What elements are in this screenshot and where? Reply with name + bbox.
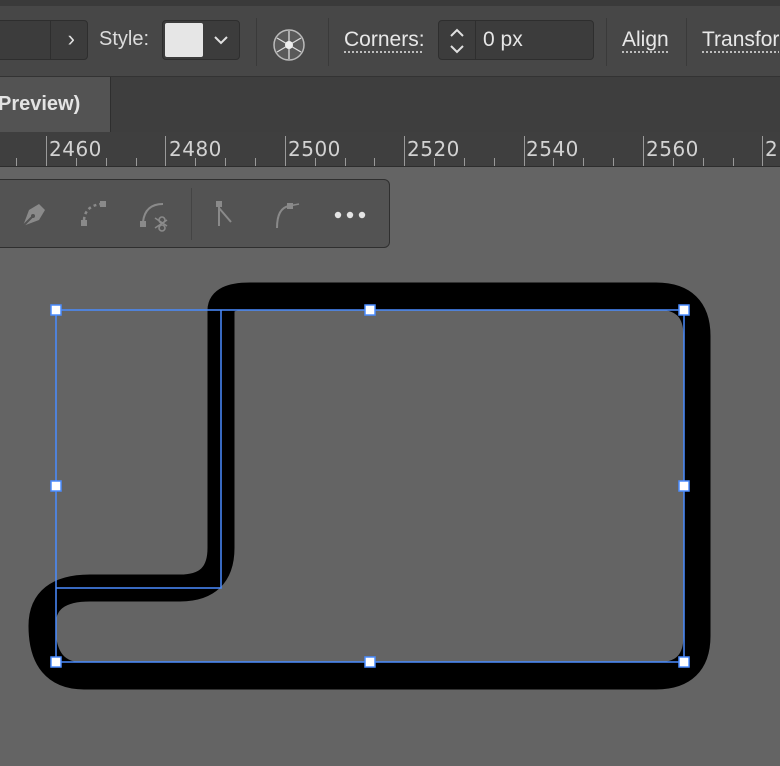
handle-bottom-left[interactable] [50, 656, 62, 668]
bounding-box[interactable] [55, 309, 685, 663]
handle-middle-left[interactable] [50, 480, 62, 492]
handle-top-left[interactable] [50, 304, 62, 316]
bounding-box-handles[interactable] [50, 304, 690, 668]
rounded-path-shape[interactable] [28, 282, 711, 690]
handle-middle-right[interactable] [678, 480, 690, 492]
artboard-canvas[interactable] [0, 0, 780, 766]
handle-bottom-right[interactable] [678, 656, 690, 668]
handle-top-center[interactable] [364, 304, 376, 316]
handle-top-right[interactable] [678, 304, 690, 316]
selected-path[interactable] [56, 310, 222, 589]
handle-bottom-center[interactable] [364, 656, 376, 668]
